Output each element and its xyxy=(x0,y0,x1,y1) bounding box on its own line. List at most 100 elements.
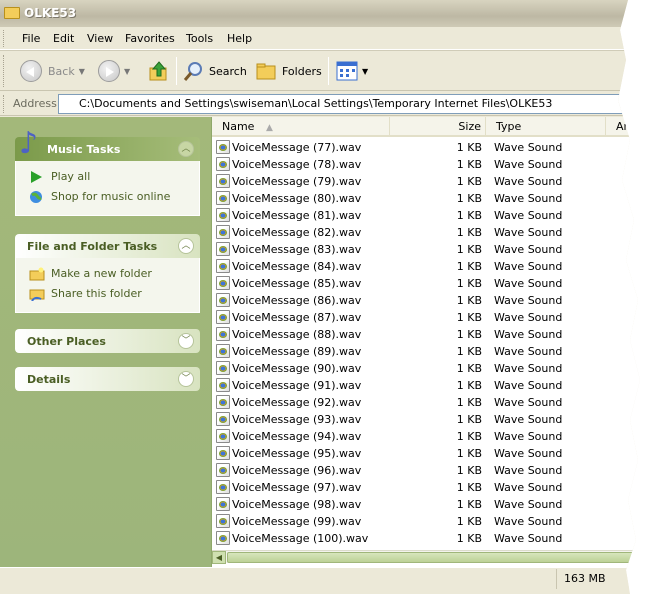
globe-icon xyxy=(30,191,42,203)
file-row[interactable]: VoiceMessage (77).wav 1 KB Wave Sound xyxy=(212,139,640,156)
scroll-left-icon[interactable]: ◀ xyxy=(212,551,226,564)
up-folder-button[interactable] xyxy=(148,59,170,83)
search-button[interactable]: Search xyxy=(183,59,247,83)
expand-icon[interactable]: ﹀ xyxy=(178,371,194,387)
menu-edit[interactable]: Edit xyxy=(53,32,74,45)
wave-sound-file-icon xyxy=(216,140,230,154)
file-row[interactable]: VoiceMessage (78).wav 1 KB Wave Sound xyxy=(212,156,640,173)
new-folder-icon xyxy=(29,267,45,281)
file-row[interactable]: VoiceMessage (89).wav 1 KB Wave Sound xyxy=(212,343,640,360)
horizontal-scrollbar[interactable]: ◀ xyxy=(212,550,640,564)
wave-sound-file-icon xyxy=(216,225,230,239)
collapse-icon[interactable]: ︿ xyxy=(178,238,194,254)
menu-file[interactable]: File xyxy=(22,32,40,45)
shop-music-link[interactable]: Shop for music online xyxy=(16,187,199,207)
file-row[interactable]: VoiceMessage (86).wav 1 KB Wave Sound xyxy=(212,292,640,309)
file-name: VoiceMessage (78).wav xyxy=(232,158,362,171)
forward-button[interactable]: ▼ xyxy=(98,59,130,83)
other-places-title: Other Places xyxy=(27,335,106,348)
file-row[interactable]: VoiceMessage (96).wav 1 KB Wave Sound xyxy=(212,462,640,479)
back-dropdown-icon[interactable]: ▼ xyxy=(79,67,85,76)
toolbar-grip[interactable] xyxy=(3,55,6,87)
file-size: 1 KB xyxy=(456,396,482,409)
file-row[interactable]: VoiceMessage (88).wav 1 KB Wave Sound xyxy=(212,326,640,343)
file-row[interactable]: VoiceMessage (80).wav 1 KB Wave Sound xyxy=(212,190,640,207)
file-row[interactable]: VoiceMessage (98).wav 1 KB Wave Sound xyxy=(212,496,640,513)
up-folder-icon xyxy=(149,61,167,81)
back-button[interactable]: Back ▼ xyxy=(20,59,85,83)
menu-favorites[interactable]: Favorites xyxy=(125,32,175,45)
forward-arrow-icon xyxy=(98,60,120,82)
wave-sound-file-icon xyxy=(216,242,230,256)
addressbar-grip[interactable] xyxy=(3,95,6,113)
collapse-icon[interactable]: ︿ xyxy=(178,141,194,157)
file-row[interactable]: VoiceMessage (81).wav 1 KB Wave Sound xyxy=(212,207,640,224)
music-tasks-header[interactable]: ♪ Music Tasks ︿ xyxy=(15,129,200,161)
make-new-folder-link[interactable]: Make a new folder xyxy=(16,264,199,284)
details-header[interactable]: Details ﹀ xyxy=(15,367,200,391)
address-input[interactable]: C:\Documents and Settings\swiseman\Local… xyxy=(58,94,640,114)
search-label: Search xyxy=(209,64,247,78)
menu-tools[interactable]: Tools xyxy=(186,32,213,45)
file-row[interactable]: VoiceMessage (90).wav 1 KB Wave Sound xyxy=(212,360,640,377)
file-type: Wave Sound xyxy=(494,311,563,324)
sort-ascending-icon: ▲ xyxy=(265,123,273,133)
file-row[interactable]: VoiceMessage (99).wav 1 KB Wave Sound xyxy=(212,513,640,530)
menu-help[interactable]: Help xyxy=(227,32,252,45)
file-row[interactable]: VoiceMessage (92).wav 1 KB Wave Sound xyxy=(212,394,640,411)
file-row[interactable]: VoiceMessage (87).wav 1 KB Wave Sound xyxy=(212,309,640,326)
column-name-label: Name xyxy=(222,120,255,133)
forward-dropdown-icon[interactable]: ▼ xyxy=(124,67,130,76)
file-size: 1 KB xyxy=(456,311,482,324)
wave-sound-file-icon xyxy=(216,463,230,477)
file-size: 1 KB xyxy=(456,141,482,154)
file-row[interactable]: VoiceMessage (91).wav 1 KB Wave Sound xyxy=(212,377,640,394)
file-name: VoiceMessage (95).wav xyxy=(232,447,362,460)
search-icon xyxy=(183,62,202,81)
wave-sound-file-icon xyxy=(216,276,230,290)
other-places-header[interactable]: Other Places ﹀ xyxy=(15,329,200,353)
file-row[interactable]: VoiceMessage (93).wav 1 KB Wave Sound xyxy=(212,411,640,428)
column-header-type[interactable]: Type xyxy=(486,117,606,137)
menu-view[interactable]: View xyxy=(87,32,113,45)
file-name: VoiceMessage (82).wav xyxy=(232,226,362,239)
play-all-link[interactable]: Play all xyxy=(16,167,199,187)
file-row[interactable]: VoiceMessage (97).wav 1 KB Wave Sound xyxy=(212,479,640,496)
wave-sound-file-icon xyxy=(216,344,230,358)
file-row[interactable]: VoiceMessage (94).wav 1 KB Wave Sound xyxy=(212,428,640,445)
file-row[interactable]: VoiceMessage (95).wav 1 KB Wave Sound xyxy=(212,445,640,462)
file-name: VoiceMessage (84).wav xyxy=(232,260,362,273)
scroll-thumb[interactable] xyxy=(227,552,639,563)
share-folder-link[interactable]: Share this folder xyxy=(16,284,199,304)
column-header-artist[interactable]: Artis xyxy=(606,117,640,137)
expand-icon[interactable]: ﹀ xyxy=(178,333,194,349)
views-button[interactable]: ▼ xyxy=(336,59,368,83)
file-type: Wave Sound xyxy=(494,481,563,494)
file-row[interactable]: VoiceMessage (79).wav 1 KB Wave Sound xyxy=(212,173,640,190)
file-folder-tasks-header[interactable]: File and Folder Tasks ︿ xyxy=(15,234,200,258)
file-row[interactable]: VoiceMessage (82).wav 1 KB Wave Sound xyxy=(212,224,640,241)
column-header-size[interactable]: Size xyxy=(390,117,486,137)
status-bar: 163 MB xyxy=(0,567,640,589)
title-bar[interactable]: OLKE53 xyxy=(0,0,640,27)
music-tasks-body: Play all Shop for music online xyxy=(15,161,200,216)
folders-button[interactable]: Folders xyxy=(256,59,322,83)
file-row[interactable]: VoiceMessage (85).wav 1 KB Wave Sound xyxy=(212,275,640,292)
file-name: VoiceMessage (96).wav xyxy=(232,464,362,477)
file-size: 1 KB xyxy=(456,447,482,460)
menubar-grip[interactable] xyxy=(3,30,6,47)
column-header-name[interactable]: Name ▲ xyxy=(212,117,390,137)
file-type: Wave Sound xyxy=(494,413,563,426)
file-name: VoiceMessage (87).wav xyxy=(232,311,362,324)
wave-sound-file-icon xyxy=(216,293,230,307)
file-type: Wave Sound xyxy=(494,277,563,290)
file-row[interactable]: VoiceMessage (84).wav 1 KB Wave Sound xyxy=(212,258,640,275)
file-list: Name ▲ Size Type Artis VoiceMessage (77)… xyxy=(212,117,640,567)
views-dropdown-icon[interactable]: ▼ xyxy=(362,67,368,76)
wave-sound-file-icon xyxy=(216,361,230,375)
folders-label: Folders xyxy=(282,64,322,78)
details-panel: Details ﹀ xyxy=(15,367,200,391)
task-pane: ♪ Music Tasks ︿ Play all Shop for music … xyxy=(0,117,212,567)
file-row[interactable]: VoiceMessage (100).wav 1 KB Wave Sound xyxy=(212,530,640,547)
file-row[interactable]: VoiceMessage (83).wav 1 KB Wave Sound xyxy=(212,241,640,258)
